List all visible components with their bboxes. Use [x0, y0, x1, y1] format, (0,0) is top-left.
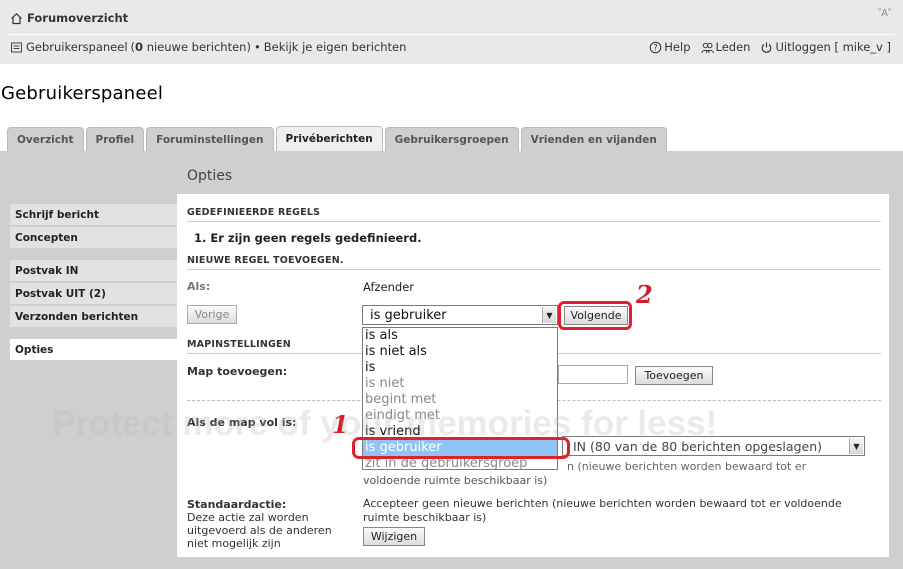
logout-label: Uitloggen [ mike_v ]	[775, 40, 891, 54]
side-item-postvak-uit[interactable]: Postvak UIT (2)	[10, 283, 177, 304]
rule-condition-select-value: is gebruiker	[370, 307, 447, 323]
default-action-label: Standaardactie:	[187, 498, 287, 511]
header-user-links: Gebruikerspaneel (0 nieuwe berichten) • …	[10, 40, 406, 54]
add-folder-button[interactable]: Toevoegen	[635, 366, 713, 385]
option-is-als[interactable]: is als	[363, 328, 557, 344]
side-menu-group-3: Opties	[10, 339, 177, 362]
members-label: Leden	[715, 40, 751, 54]
section-heading: Opties	[187, 168, 233, 184]
folder-settings-title: MAPINSTELLINGEN	[187, 339, 291, 350]
tab-gebruikersgroepen[interactable]: Gebruikersgroepen	[384, 127, 519, 151]
annotation-number-2: 2	[636, 280, 653, 309]
ucp-tabs: Overzicht Profiel Foruminstellingen Priv…	[7, 126, 667, 151]
forum-overview-link[interactable]: Forumoverzicht	[10, 11, 128, 25]
tab-vrienden-en-vijanden[interactable]: Vrienden en vijanden	[520, 127, 667, 151]
collapse-header-toggle[interactable]: ˅A˄	[877, 8, 892, 19]
option-is-niet-als[interactable]: is niet als	[363, 344, 557, 360]
ucp-link[interactable]: Gebruikerspaneel	[26, 40, 128, 54]
side-item-schrijf-bericht[interactable]: Schrijf bericht	[10, 204, 177, 225]
header-divider	[8, 34, 895, 35]
rule-condition-select[interactable]: is gebruiker ▼	[362, 305, 558, 325]
own-posts-link[interactable]: Bekijk je eigen berichten	[264, 40, 407, 54]
new-messages-text: nieuwe berichten	[146, 40, 247, 54]
members-link[interactable]: Leden	[700, 40, 751, 54]
folder-full-hint-2: voldoende ruimte beschikbaar is)	[363, 474, 548, 487]
side-item-concepten[interactable]: Concepten	[10, 227, 177, 248]
tab-overzicht[interactable]: Overzicht	[7, 127, 84, 151]
next-button[interactable]: Volgende	[564, 306, 628, 325]
tab-priveberichten[interactable]: Privéberichten	[275, 126, 383, 151]
option-is-niet: is niet	[365, 376, 405, 391]
option-is[interactable]: is	[363, 360, 557, 376]
side-item-opties[interactable]: Opties	[10, 339, 177, 360]
members-icon	[700, 42, 714, 53]
divider	[187, 221, 881, 222]
side-menu-group-2: Postvak IN Postvak UIT (2) Verzonden ber…	[10, 260, 177, 329]
user-panel-icon	[11, 42, 22, 52]
no-rules-message: 1. Er zijn geen regels gedefinieerd.	[194, 231, 422, 245]
forum-overview-label: Forumoverzicht	[27, 11, 129, 25]
help-link[interactable]: ? Help	[649, 40, 691, 54]
help-label: Help	[664, 40, 691, 54]
side-item-verzonden-berichten[interactable]: Verzonden berichten	[10, 306, 177, 327]
new-messages-link[interactable]: (0 nieuwe berichten)	[131, 40, 251, 54]
power-icon	[762, 42, 772, 53]
help-icon: ?	[649, 41, 662, 53]
folder-name-input[interactable]	[558, 365, 628, 384]
forum-header: Forumoverzicht ˅A˄ Gebruikerspaneel (0 n…	[0, 0, 903, 64]
side-menu-group-1: Schrijf bericht Concepten	[10, 204, 177, 250]
page-title: Gebruikerspaneel	[1, 83, 164, 104]
header-separator: •	[253, 40, 261, 54]
logout-link[interactable]: Uitloggen [ mike_v ]	[760, 40, 891, 54]
sender-value: Afzender	[363, 280, 415, 294]
folder-full-hint: n (nieuwe berichten worden bewaard tot e…	[567, 460, 807, 473]
photobucket-watermark-text: Protect more of your memories for less!	[52, 404, 718, 443]
new-messages-count: 0	[135, 40, 144, 54]
default-action-description: Deze actie zal worden uitgevoerd als de …	[187, 511, 332, 550]
home-icon	[11, 12, 22, 24]
side-item-postvak-in[interactable]: Postvak IN	[10, 260, 177, 281]
chevron-down-icon: ▼	[542, 307, 556, 323]
add-folder-label: Map toevoegen:	[187, 365, 288, 378]
new-rule-title: NIEUWE REGEL TOEVOEGEN.	[187, 255, 344, 266]
previous-button[interactable]: Vorige	[187, 305, 237, 324]
divider	[187, 269, 881, 270]
chevron-down-icon: ▼	[849, 438, 863, 454]
change-button[interactable]: Wijzigen	[363, 527, 425, 546]
tab-foruminstellingen[interactable]: Foruminstellingen	[146, 127, 274, 151]
header-actions: ? Help Leden Uitloggen [ mike_v ]	[649, 40, 891, 54]
defined-rules-title: GEDEFINIEERDE REGELS	[187, 207, 321, 218]
ucp-page: Forumoverzicht ˅A˄ Gebruikerspaneel (0 n…	[0, 0, 903, 569]
svg-text:?: ?	[654, 43, 659, 53]
default-action-value: Accepteer geen nieuwe berichten (nieuwe …	[363, 497, 842, 524]
if-label: Als:	[187, 280, 211, 293]
tab-profiel[interactable]: Profiel	[85, 127, 145, 151]
